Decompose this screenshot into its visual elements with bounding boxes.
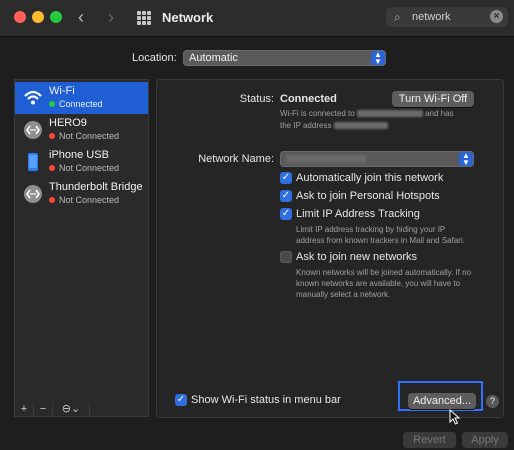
status-description-line2: the IP address <box>280 120 388 132</box>
zoom-window-button[interactable] <box>50 11 62 23</box>
services-sidebar: Wi-Fi Connected HERO9 Not Connected iPho… <box>14 79 149 403</box>
revert-button[interactable]: Revert <box>403 432 456 448</box>
ethernet-icon <box>24 121 42 139</box>
sidebar-item-status: Not Connected <box>49 163 119 173</box>
sidebar-item-label: Wi-Fi <box>49 85 75 97</box>
help-button[interactable]: ? <box>486 395 499 408</box>
popup-chevron-icon: ▲ ▼ <box>459 152 473 167</box>
chevron-down-icon: ⌄ <box>71 403 81 415</box>
auto-join-checkbox[interactable]: ✓ <box>280 172 292 184</box>
status-label: Status: <box>239 93 274 105</box>
window-title: Network <box>162 10 214 25</box>
search-input[interactable]: network <box>412 11 451 23</box>
network-name-label: Network Name: <box>198 153 274 165</box>
personal-hotspots-label: Ask to join Personal Hotspots <box>296 190 440 202</box>
status-description-line1: Wi-Fi is connected to and has <box>280 109 454 118</box>
sidebar-item-thunderbolt-bridge[interactable]: Thunderbolt Bridge Not Connected <box>15 178 148 210</box>
sidebar-item-status: Not Connected <box>49 131 119 141</box>
sidebar-item-wifi[interactable]: Wi-Fi Connected <box>15 82 148 114</box>
ask-join-description-3: manually select a network. <box>296 290 391 299</box>
location-value: Automatic <box>189 52 238 64</box>
status-value: Connected <box>280 93 337 105</box>
back-arrow-icon[interactable]: ‹ <box>78 7 84 28</box>
iphone-icon <box>28 153 38 171</box>
ask-join-new-checkbox[interactable]: ✓ <box>280 251 292 263</box>
status-dot-icon <box>49 133 55 139</box>
search-field[interactable]: ⌕ network × <box>386 7 508 27</box>
show-wifi-status-checkbox[interactable]: ✓ <box>175 394 187 406</box>
wifi-icon <box>24 90 42 105</box>
apply-button[interactable]: Apply <box>462 432 508 448</box>
ask-join-new-label: Ask to join new networks <box>296 251 418 263</box>
redacted-network-name <box>286 155 366 163</box>
popup-chevron-icon: ▲ ▼ <box>371 51 385 66</box>
status-dot-icon <box>49 165 55 171</box>
limit-ip-tracking-checkbox[interactable]: ✓ <box>280 208 292 220</box>
redacted-network-name <box>356 110 423 117</box>
personal-hotspots-checkbox[interactable]: ✓ <box>280 190 292 202</box>
location-label: Location: <box>132 52 177 64</box>
add-service-button[interactable]: + <box>15 402 34 416</box>
sidebar-item-status: Not Connected <box>49 195 119 205</box>
limit-ip-description-2: address from known trackers in Mail and … <box>296 236 465 245</box>
mouse-cursor-icon <box>449 409 461 425</box>
sidebar-item-iphone-usb[interactable]: iPhone USB Not Connected <box>15 146 148 178</box>
turn-wifi-off-button[interactable]: Turn Wi-Fi Off <box>392 91 474 107</box>
location-popup[interactable]: Automatic ▲ ▼ <box>183 50 386 66</box>
action-menu-button[interactable]: ⊖⌄ <box>53 402 90 416</box>
remove-service-button[interactable]: − <box>34 402 53 416</box>
show-wifi-status-label: Show Wi-Fi status in menu bar <box>191 394 341 406</box>
sidebar-item-status: Connected <box>49 99 103 109</box>
search-icon: ⌕ <box>394 10 401 24</box>
status-dot-icon <box>49 197 55 203</box>
sidebar-item-hero9[interactable]: HERO9 Not Connected <box>15 114 148 146</box>
forward-arrow-icon[interactable]: › <box>108 7 114 28</box>
action-icon: ⊖ <box>61 403 71 415</box>
limit-ip-tracking-label: Limit IP Address Tracking <box>296 208 420 220</box>
show-all-grid-icon[interactable] <box>137 11 151 25</box>
sidebar-toolbar: + − ⊖⌄ <box>14 402 149 417</box>
status-dot-icon <box>49 101 55 107</box>
network-name-popup[interactable]: ▲ ▼ <box>280 151 474 167</box>
close-window-button[interactable] <box>14 11 26 23</box>
sidebar-item-label: Thunderbolt Bridge <box>49 181 143 193</box>
ethernet-icon <box>24 185 42 203</box>
clear-search-icon[interactable]: × <box>490 10 503 23</box>
redacted-ip-address <box>333 122 388 129</box>
advanced-button[interactable]: Advanced... <box>408 393 476 409</box>
auto-join-label: Automatically join this network <box>296 172 444 184</box>
sidebar-item-label: iPhone USB <box>49 149 109 161</box>
sidebar-item-label: HERO9 <box>49 117 87 129</box>
minimize-window-button[interactable] <box>32 11 44 23</box>
